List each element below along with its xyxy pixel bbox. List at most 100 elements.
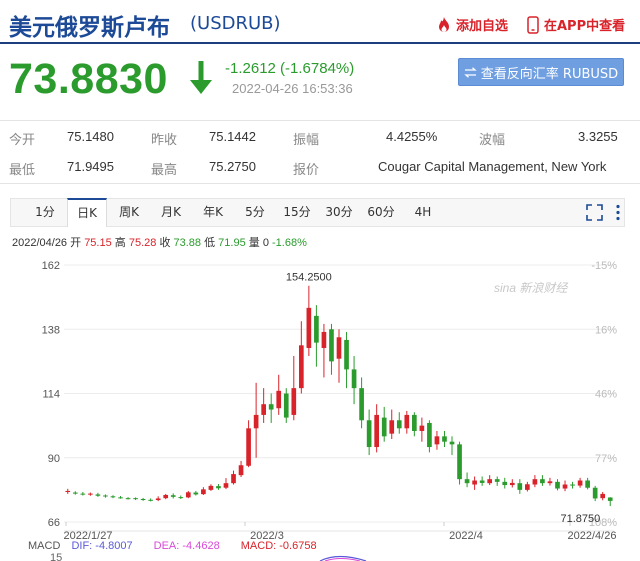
ohlc-open-label: 开 (70, 237, 82, 249)
candle-body (291, 388, 297, 415)
tab-5min[interactable]: 5分 (240, 199, 270, 226)
macd-value: MACD: -0.6758 (240, 540, 317, 552)
candle-body (276, 390, 282, 409)
candle-body (404, 414, 410, 429)
candle-body (344, 339, 349, 370)
candle-body (532, 479, 538, 485)
ohlc-low-label: 低 (204, 237, 216, 249)
candle-body (419, 425, 425, 431)
candle-body (268, 404, 274, 410)
candle-body (238, 465, 244, 476)
candle-body (65, 490, 71, 493)
candle-body (170, 495, 176, 497)
tab-daily[interactable]: 日K (67, 198, 107, 227)
candle-body (434, 436, 440, 445)
candle-body (585, 480, 590, 488)
candle-body (125, 498, 131, 500)
candle-body (540, 479, 545, 484)
candle-body (389, 420, 395, 434)
symbol-code: (USDRUB) (190, 13, 281, 34)
macd-dif: DIF: -4.8007 (71, 540, 133, 552)
y-right-tick-label: -15% (591, 260, 617, 272)
candle-body (314, 315, 319, 343)
tab-1min[interactable]: 1分 (31, 199, 59, 226)
candle-body (110, 496, 116, 498)
candle-body (133, 498, 138, 500)
candle-body (231, 474, 236, 484)
candle-body (261, 404, 266, 415)
x-tick-label: 2022/4 (449, 530, 483, 542)
period-tabs: 1分 日K 周K 月K 年K 5分 15分 30分 60分 4H (10, 198, 625, 227)
high-annotation: 154.2500 (286, 272, 332, 284)
y-right-tick-label: 77% (595, 453, 617, 465)
reverse-rate-label: 查看反向汇率 RUBUSD (480, 66, 619, 82)
page-title: 美元俄罗斯卢布 (9, 15, 170, 41)
macd-label: MACD (28, 540, 61, 552)
candle-body (592, 487, 598, 499)
ohlc-close: 73.88 (173, 237, 202, 249)
candle-body (396, 420, 402, 429)
macd-indicator: MACD DIF: -4.8007 DEA: -4.4628 MACD: -0.… (28, 540, 317, 552)
quote-source-label: 报价 (293, 162, 320, 177)
amplitude-value: 4.4255% (386, 129, 438, 144)
tab-60min[interactable]: 60分 (363, 199, 399, 226)
candle-body (555, 481, 560, 489)
stats-table: 今开 75.1480 昨收 75.1442 振幅 4.4255% 波幅 3.32… (0, 120, 640, 184)
y-tick-label: 162 (42, 260, 60, 272)
candle-body (88, 493, 93, 495)
ohlc-change: -1.68% (272, 237, 307, 249)
candle-body (283, 393, 289, 418)
tab-15min[interactable]: 15分 (279, 199, 315, 226)
down-arrow-icon (190, 61, 212, 94)
ohlc-low: 71.95 (218, 237, 246, 249)
y-tick-label: 66 (48, 517, 60, 529)
more-options-icon[interactable] (615, 204, 621, 221)
tab-4h[interactable]: 4H (408, 199, 438, 226)
candle-body (472, 480, 477, 485)
candle-body (374, 414, 380, 448)
candle-body (517, 483, 523, 490)
low-value: 71.9495 (67, 159, 114, 174)
current-price: 73.8830 (9, 55, 168, 103)
candlestick-chart[interactable]: sina 新浪财经 15 66 108%90 77%114 46%138 16%162-… (0, 255, 640, 561)
macd-dea: DEA: -4.4628 (153, 540, 220, 552)
candle-body (201, 489, 206, 495)
candle-body (359, 388, 364, 421)
add-favorite-button[interactable]: 添加自选 (436, 15, 508, 34)
candle-body (570, 484, 575, 486)
tab-weekly[interactable]: 周K (114, 199, 144, 226)
candle-body (103, 495, 108, 497)
tab-30min[interactable]: 30分 (321, 199, 357, 226)
high-label: 最高 (151, 162, 178, 177)
candle-body (457, 444, 462, 480)
reverse-rate-button[interactable]: 查看反向汇率 RUBUSD (458, 58, 624, 86)
candle-body (155, 498, 161, 501)
low-annotation: 71.8750 (560, 513, 600, 525)
candle-body (464, 479, 470, 484)
candle-body (72, 492, 78, 494)
y-tick-label: 90 (48, 453, 60, 465)
candle-body (427, 422, 432, 448)
tab-monthly[interactable]: 月K (156, 199, 186, 226)
prev-close-label: 昨收 (151, 132, 178, 147)
candle-body (525, 484, 530, 490)
ohlc-volume-label: 量 (248, 237, 260, 249)
view-in-app-button[interactable]: 在APP中查看 (527, 15, 625, 34)
flame-icon (439, 16, 449, 32)
candle-body (178, 497, 184, 499)
candle-body (246, 428, 251, 466)
x-tick-label: 2022/4/26 (568, 530, 617, 542)
phone-icon (527, 15, 539, 34)
candle-body (351, 369, 357, 389)
candle-body (494, 479, 500, 482)
page-header: 美元俄罗斯卢布 (USDRUB) 添加自选 在APP中查看 (0, 0, 640, 44)
candle-body (449, 441, 455, 445)
candle-body (381, 417, 387, 437)
tab-yearly[interactable]: 年K (198, 199, 228, 226)
candle-body (223, 483, 229, 488)
candle-body (562, 484, 568, 489)
candle-body (329, 329, 334, 362)
candle-body (442, 436, 447, 442)
fullscreen-icon[interactable] (586, 204, 603, 221)
candle-body (600, 493, 606, 499)
